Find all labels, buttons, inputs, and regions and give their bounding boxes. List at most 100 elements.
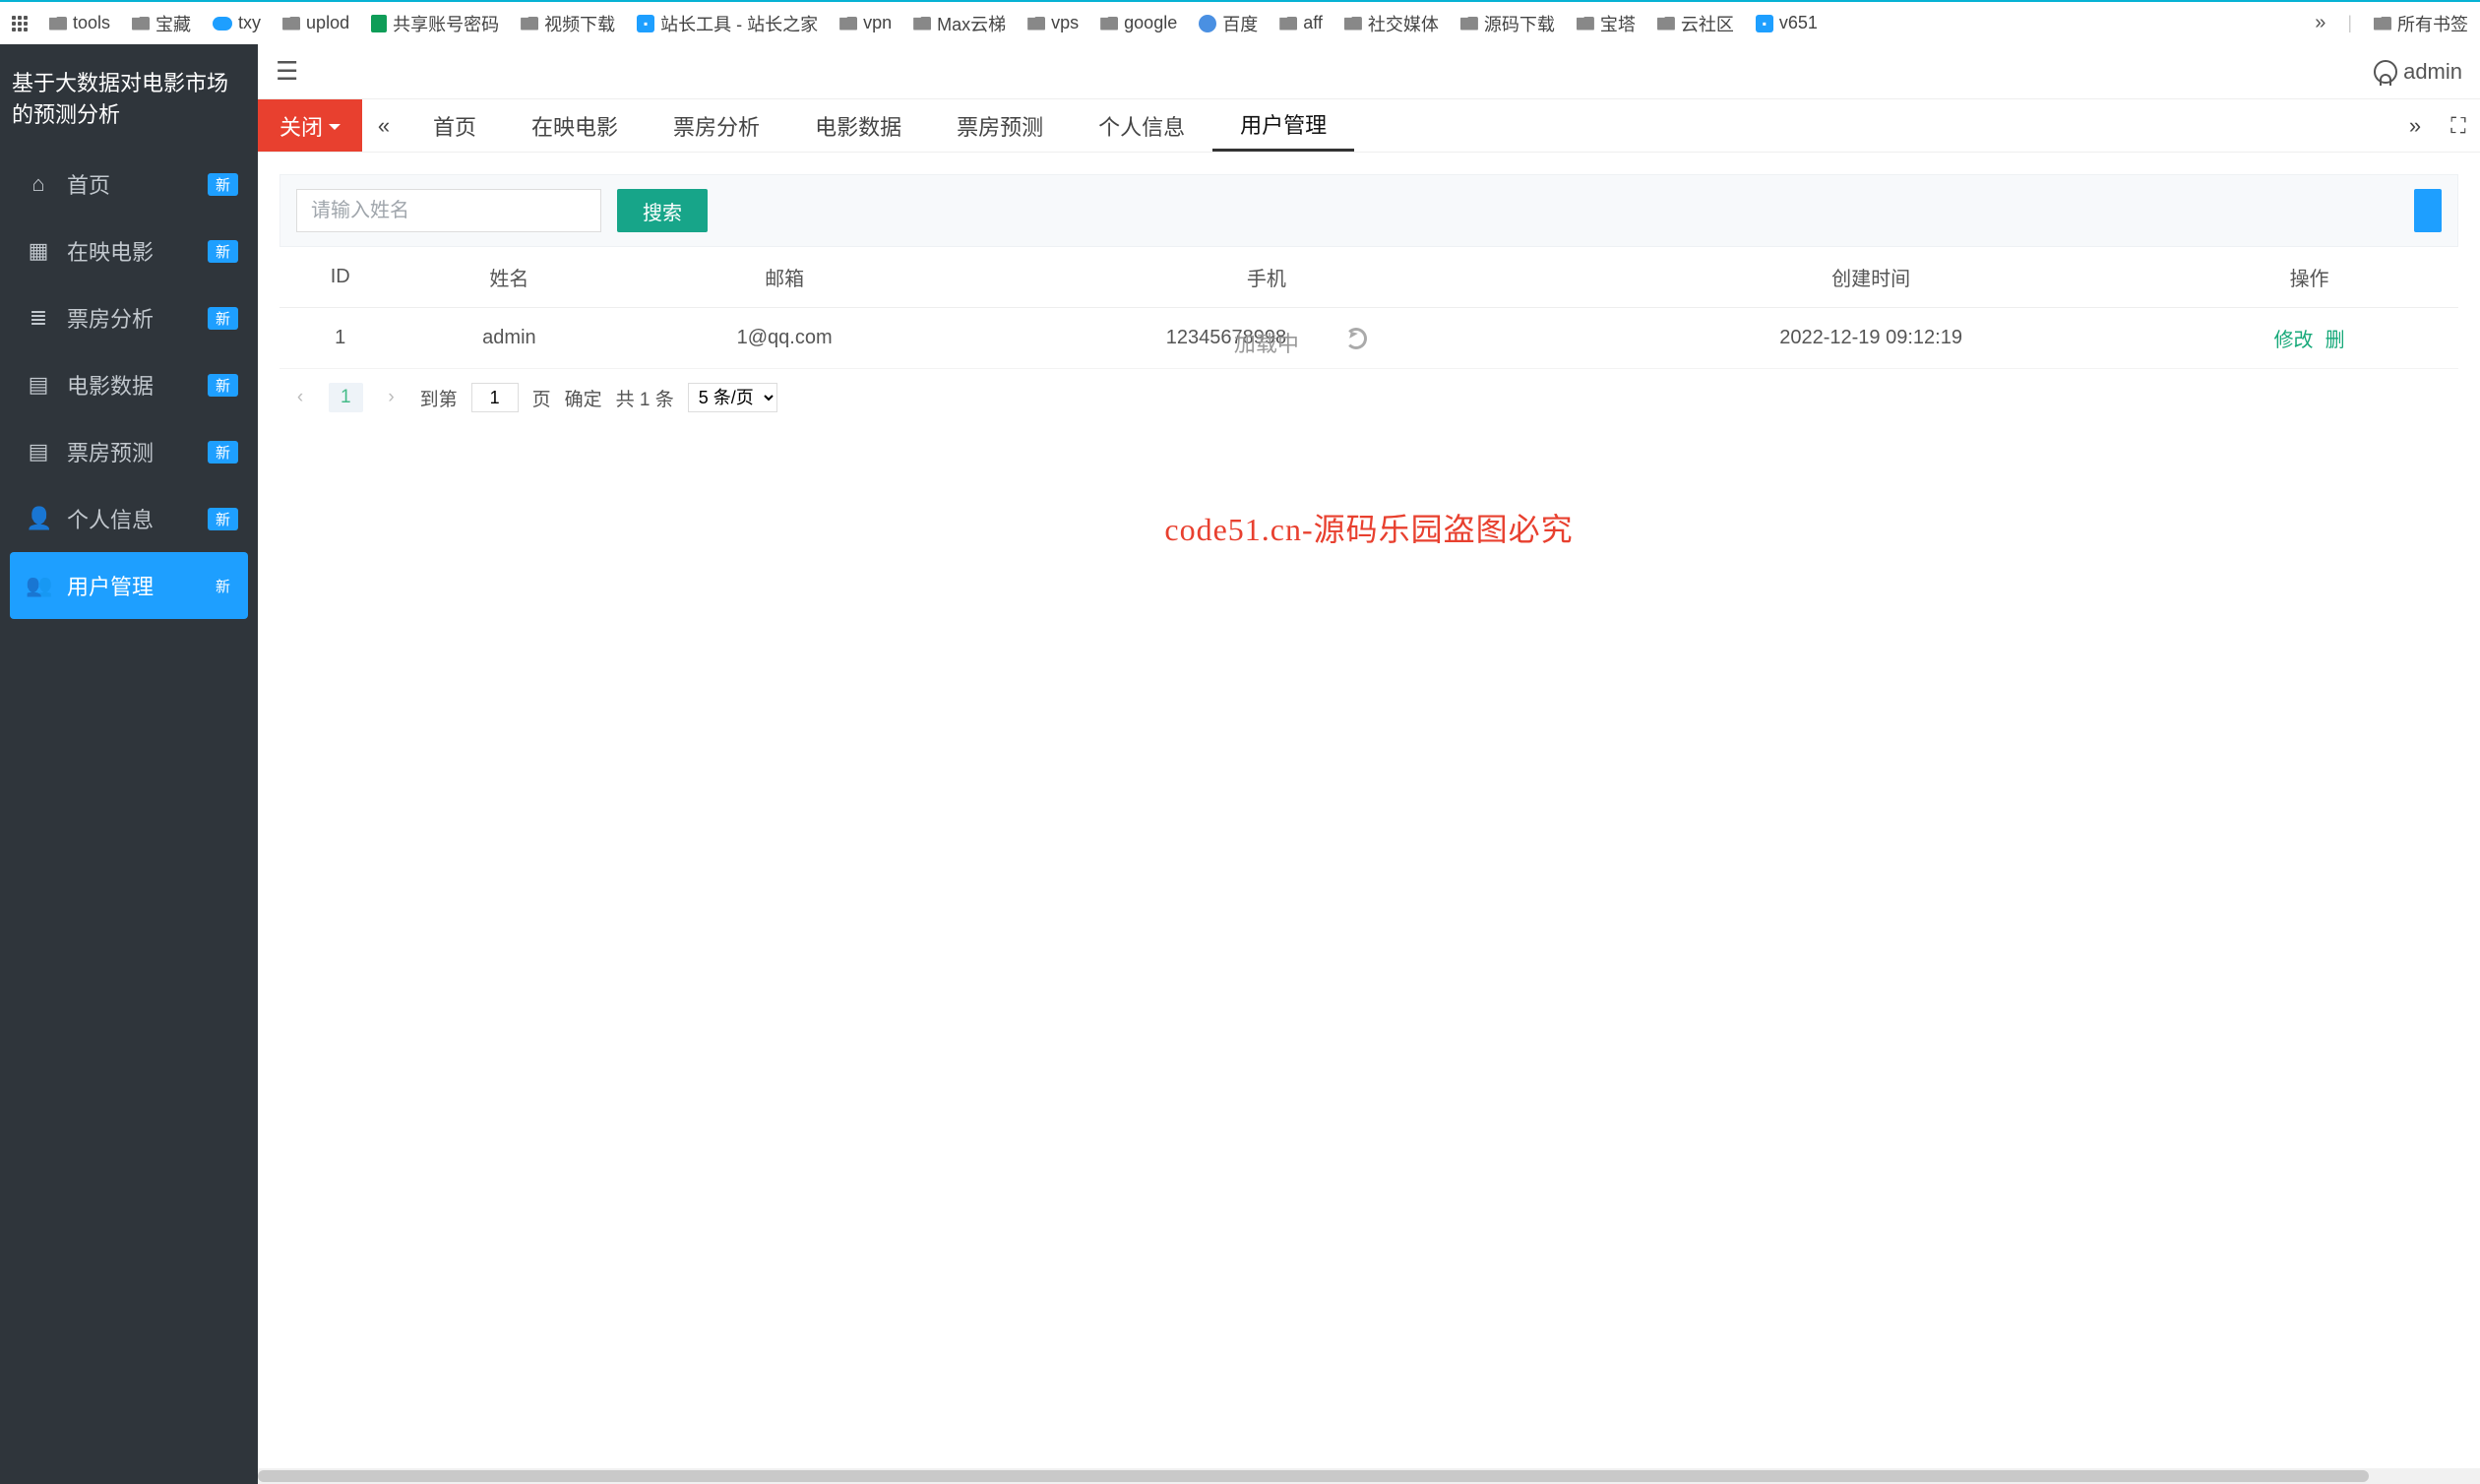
col-header: 邮箱 (617, 247, 951, 308)
sidebar-icon: ⌂ (26, 171, 51, 197)
bookmark-4[interactable]: 共享账号密码 (371, 11, 499, 36)
app-title: 基于大数据对电影市场的预测分析 (0, 44, 258, 151)
content: 搜索 ID姓名邮箱手机创建时间操作 1admin1@qq.com加载中12345… (258, 153, 2480, 572)
tab-2[interactable]: 票房分析 (646, 99, 787, 152)
bookmark-1[interactable]: 宝藏 (132, 11, 191, 36)
tab-5[interactable]: 个人信息 (1071, 99, 1212, 152)
page-size-select[interactable]: 5 条/页 (688, 383, 777, 412)
bookmark-7[interactable]: vpn (839, 13, 892, 33)
new-badge: 新 (208, 173, 238, 196)
sidebar-item-label: 首页 (67, 168, 110, 200)
bookmark-14[interactable]: 源码下载 (1460, 11, 1555, 36)
goto-suffix: 页 (532, 385, 551, 411)
sidebar-item-label: 票房分析 (67, 302, 154, 334)
sidebar-icon: 👤 (26, 506, 51, 531)
chevron-down-icon (329, 124, 341, 136)
tab-6[interactable]: 用户管理 (1212, 99, 1354, 152)
tab-0[interactable]: 首页 (405, 99, 504, 152)
tab-3[interactable]: 电影数据 (787, 99, 929, 152)
sidebar-icon: 👥 (26, 573, 51, 598)
bookmark-5[interactable]: 视频下载 (521, 11, 615, 36)
col-header: 手机 (952, 247, 1581, 308)
user-icon (2374, 60, 2397, 84)
goto-page-input[interactable] (471, 383, 519, 412)
bookmark-17[interactable]: ▪v651 (1756, 13, 1818, 33)
cell-created: 2022-12-19 09:12:19 (1581, 308, 2160, 369)
bookmark-overflow-icon[interactable]: » (2315, 12, 2325, 34)
bookmark-2[interactable]: txy (213, 13, 261, 33)
menu-toggle-icon[interactable]: ☰ (276, 56, 298, 87)
new-badge: 新 (208, 374, 238, 397)
sidebar: 基于大数据对电影市场的预测分析 ⌂首页新▦在映电影新≣票房分析新▤电影数据新▤票… (0, 44, 258, 1484)
delete-link[interactable]: 删 (2325, 330, 2345, 351)
all-bookmarks[interactable]: 所有书签 (2374, 11, 2468, 36)
sidebar-icon: ▤ (26, 439, 51, 464)
sidebar-item-label: 电影数据 (67, 369, 154, 401)
sidebar-item-label: 用户管理 (67, 570, 154, 601)
sidebar-icon: ▦ (26, 238, 51, 264)
sidebar-item-1[interactable]: ▦ 在映电影 新 (0, 217, 258, 284)
sidebar-item-0[interactable]: ⌂ 首页 新 (0, 151, 258, 217)
new-badge: 新 (208, 240, 238, 263)
watermark-banner: code51.cn-源码乐园盗图必究 (279, 505, 2458, 550)
cell-phone: 加载中12345678998 (952, 308, 1581, 369)
bookmark-12[interactable]: aff (1279, 13, 1323, 33)
sidebar-item-2[interactable]: ≣ 票房分析 新 (0, 284, 258, 351)
sidebar-item-4[interactable]: ▤ 票房预测 新 (0, 418, 258, 485)
new-badge: 新 (208, 307, 238, 330)
pagination: ‹ 1 › 到第 页 确定 共 1 条 5 条/页 (279, 369, 2458, 426)
username-label: admin (2403, 59, 2462, 85)
sidebar-icon: ≣ (26, 305, 51, 331)
add-button[interactable] (2414, 189, 2442, 232)
bookmark-3[interactable]: uplod (282, 13, 349, 33)
search-button[interactable]: 搜索 (617, 189, 708, 232)
user-menu[interactable]: admin (2374, 59, 2462, 85)
new-badge: 新 (208, 575, 238, 597)
tabs-scroll-right-icon[interactable]: » (2393, 99, 2437, 152)
goto-confirm-button[interactable]: 确定 (565, 385, 602, 411)
bookmark-13[interactable]: 社交媒体 (1344, 11, 1439, 36)
col-header: 操作 (2160, 247, 2458, 308)
page-prev-icon[interactable]: ‹ (285, 383, 315, 412)
sidebar-item-6[interactable]: 👥 用户管理 新 (10, 552, 248, 619)
sidebar-item-5[interactable]: 👤个人信息新 (0, 485, 258, 552)
tab-4[interactable]: 票房预测 (929, 99, 1071, 152)
horizontal-scrollbar[interactable] (258, 1468, 2480, 1484)
bookmark-6[interactable]: ▪站长工具 - 站长之家 (637, 11, 818, 36)
col-header: 姓名 (401, 247, 617, 308)
page-next-icon[interactable]: › (377, 383, 406, 412)
sidebar-item-3[interactable]: ▤ 电影数据 新 (0, 351, 258, 418)
new-badge: 新 (208, 441, 238, 464)
total-label: 共 1 条 (616, 385, 674, 411)
search-bar: 搜索 (279, 174, 2458, 247)
tab-bar: 关闭 « 首页在映电影票房分析电影数据票房预测个人信息用户管理 » ⛶ (258, 99, 2480, 153)
cell-ops: 修改删 (2160, 308, 2458, 369)
sidebar-item-label: 在映电影 (67, 235, 154, 267)
search-input[interactable] (296, 189, 601, 232)
tab-1[interactable]: 在映电影 (504, 99, 646, 152)
goto-label: 到第 (420, 385, 458, 411)
bookmark-0[interactable]: tools (49, 13, 110, 33)
tabs-close-button[interactable]: 关闭 (258, 99, 362, 152)
tabs-scroll-left-icon[interactable]: « (362, 99, 405, 152)
table-row: 1admin1@qq.com加载中123456789982022-12-19 0… (279, 308, 2458, 369)
sidebar-item-label: 票房预测 (67, 436, 154, 467)
fullscreen-icon[interactable]: ⛶ (2437, 99, 2480, 152)
bookmark-16[interactable]: 云社区 (1657, 11, 1734, 36)
bookmark-11[interactable]: 百度 (1199, 11, 1258, 36)
bookmark-8[interactable]: Max云梯 (913, 11, 1006, 36)
bookmark-10[interactable]: google (1100, 13, 1177, 33)
cell-email: 1@qq.com (617, 308, 951, 369)
bookmark-9[interactable]: vps (1027, 13, 1079, 33)
apps-grid-icon[interactable] (12, 16, 28, 31)
reload-icon[interactable] (1345, 328, 1367, 349)
top-bar: ☰ admin (258, 44, 2480, 99)
col-header: ID (279, 247, 401, 308)
bookmark-bar: tools 宝藏 txy uplod 共享账号密码视频下载 ▪站长工具 - 站长之家 vpn… (0, 0, 2480, 44)
main-area: ☰ admin 关闭 « 首页在映电影票房分析电影数据票房预测个人信息用户管理 … (258, 44, 2480, 1484)
bookmark-15[interactable]: 宝塔 (1577, 11, 1636, 36)
sidebar-icon: ▤ (26, 372, 51, 398)
col-header: 创建时间 (1581, 247, 2160, 308)
edit-link[interactable]: 修改 (2274, 330, 2314, 351)
page-current[interactable]: 1 (329, 383, 363, 412)
